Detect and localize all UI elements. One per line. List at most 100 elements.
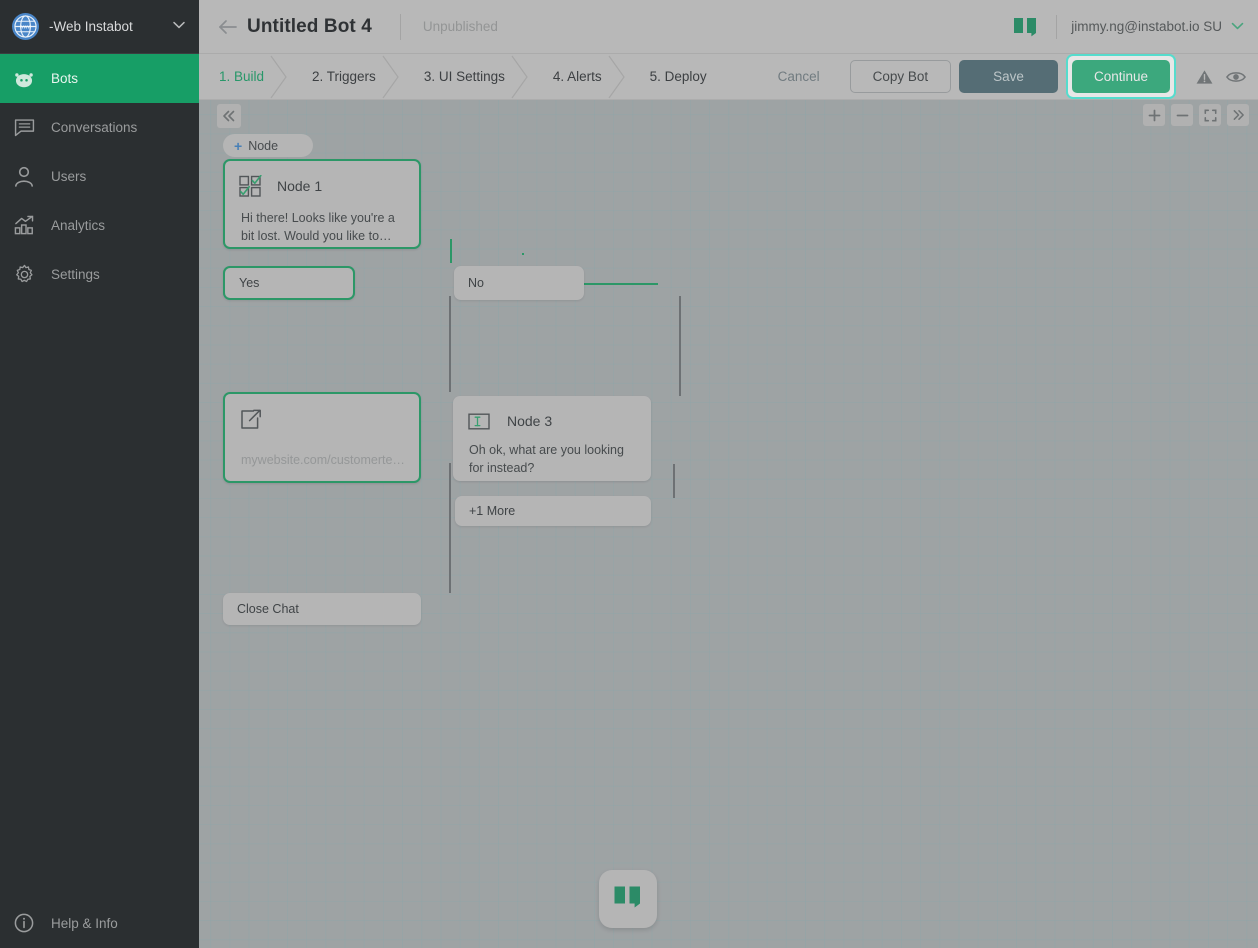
fit-screen-icon xyxy=(1204,109,1216,121)
edge-node3-more xyxy=(673,464,675,498)
workspace-switcher[interactable]: www -Web Instabot xyxy=(0,0,199,54)
node-body: Oh ok, what are you looking for instead? xyxy=(469,443,624,476)
sidebar-item-users[interactable]: Users xyxy=(0,152,199,201)
chip-close-chat[interactable]: Close Chat xyxy=(223,593,421,625)
canvas-tools xyxy=(1143,104,1249,126)
user-icon xyxy=(13,166,35,188)
chip-no[interactable]: No xyxy=(454,266,584,300)
chip-label: +1 More xyxy=(469,504,516,518)
main-area: Untitled Bot 4 Unpublished jimmy.ng@inst… xyxy=(199,0,1258,948)
chip-more[interactable]: +1 More xyxy=(455,496,655,531)
sidebar-item-label: Conversations xyxy=(51,120,138,135)
sidebar-item-settings[interactable]: Settings xyxy=(0,250,199,299)
tab-triggers[interactable]: 2. Triggers xyxy=(290,54,402,100)
plus-icon: + xyxy=(234,137,243,154)
info-circle-icon xyxy=(13,912,35,934)
edge-node1-yes xyxy=(450,239,452,263)
external-link-icon xyxy=(239,407,263,431)
sidebar-help-label: Help & Info xyxy=(51,915,118,931)
gear-icon xyxy=(13,264,35,286)
warning-triangle-icon[interactable] xyxy=(1190,63,1218,91)
sidebar-item-bots[interactable]: Bots xyxy=(0,54,199,103)
sidebar-item-label: Users xyxy=(51,169,87,184)
flow-canvas[interactable]: + Node Node 1 Hi there! Looks like you'r… xyxy=(199,100,1258,948)
chat-bubble-icon xyxy=(13,117,35,139)
tab-deploy[interactable]: 5. Deploy xyxy=(628,54,733,100)
sidebar-item-help[interactable]: Help & Info xyxy=(0,898,199,948)
chip-yes[interactable]: Yes xyxy=(223,266,355,300)
edge-no-node3 xyxy=(679,296,681,396)
tab-label: 1. Build xyxy=(219,69,265,84)
copy-bot-button[interactable]: Copy Bot xyxy=(849,60,952,93)
node-body: Hi there! Looks like you're a bit lost. … xyxy=(241,211,395,244)
edge-yes-link xyxy=(449,296,451,392)
chip-label: No xyxy=(468,276,484,290)
tab-label: 4. Alerts xyxy=(552,69,602,84)
chevron-down-icon[interactable] xyxy=(173,21,185,32)
chevron-separator-icon xyxy=(381,54,403,100)
sidebar: www -Web Instabot Bots Conversations Use… xyxy=(0,0,199,948)
page-title: Untitled Bot 4 xyxy=(247,15,372,37)
tab-build[interactable]: 1. Build xyxy=(199,54,290,100)
step-tabs: 1. Build 2. Triggers 3. UI Settings 4. A… xyxy=(199,54,733,100)
edge-link-close xyxy=(449,463,451,593)
node-card-link[interactable]: mywebsite.com/customerte… xyxy=(223,392,421,483)
chip-label: Yes xyxy=(239,276,260,290)
tab-ui-settings[interactable]: 3. UI Settings xyxy=(402,54,531,100)
text-input-icon xyxy=(467,409,491,433)
zoom-out-button[interactable] xyxy=(1171,104,1193,126)
zoom-in-button[interactable] xyxy=(1143,104,1165,126)
tab-alerts[interactable]: 4. Alerts xyxy=(531,54,628,100)
chip-label: Close Chat xyxy=(237,602,299,616)
bar-chart-arrow-icon xyxy=(13,215,35,237)
sidebar-item-conversations[interactable]: Conversations xyxy=(0,103,199,152)
status-badge: Unpublished xyxy=(422,19,498,34)
node-header: Node 1 xyxy=(225,161,419,198)
workspace-name: -Web Instabot xyxy=(49,19,133,34)
cancel-button[interactable]: Cancel xyxy=(762,61,836,92)
multiple-choice-icon xyxy=(239,174,263,198)
continue-button[interactable]: Continue xyxy=(1071,60,1170,93)
add-node-label: Node xyxy=(248,138,279,153)
node-title: Node 3 xyxy=(507,413,553,429)
node-body: mywebsite.com/customerte… xyxy=(241,453,405,467)
collapse-panel-button[interactable] xyxy=(217,104,241,128)
sidebar-item-label: Settings xyxy=(51,267,100,282)
chat-preview-fab[interactable] xyxy=(599,870,657,928)
tab-label: 3. UI Settings xyxy=(423,69,505,84)
eye-icon[interactable] xyxy=(1222,63,1250,91)
step-toolbar: 1. Build 2. Triggers 3. UI Settings 4. A… xyxy=(199,54,1258,100)
chevrons-left-icon xyxy=(223,110,235,122)
header-right: jimmy.ng@instabot.io SU xyxy=(1006,14,1244,39)
fit-to-screen-button[interactable] xyxy=(1199,104,1221,126)
add-node-button[interactable]: + Node xyxy=(223,134,313,157)
sidebar-item-label: Analytics xyxy=(51,218,106,233)
header-divider-2 xyxy=(1056,14,1058,39)
save-button[interactable]: Save xyxy=(959,60,1058,93)
minus-icon xyxy=(1176,114,1188,116)
node-header: Node 3 xyxy=(453,396,651,433)
continue-highlight-ring: Continue xyxy=(1065,54,1176,99)
header-divider xyxy=(399,13,401,40)
sidebar-item-analytics[interactable]: Analytics xyxy=(0,201,199,250)
robot-icon xyxy=(13,68,35,90)
node-title: Node 1 xyxy=(277,178,323,194)
globe-www-icon: www xyxy=(12,13,39,40)
arrow-left-icon[interactable] xyxy=(217,16,239,38)
expand-panel-button[interactable] xyxy=(1227,104,1249,126)
svg-text:www: www xyxy=(20,25,31,31)
edge-node1-bottom xyxy=(522,253,524,255)
account-email: jimmy.ng@instabot.io SU xyxy=(1071,19,1222,34)
toolbar-actions: Cancel Copy Bot Save Continue xyxy=(762,54,1258,99)
tab-label: 2. Triggers xyxy=(312,69,376,84)
node-card-3[interactable]: Node 3 Oh ok, what are you looking for i… xyxy=(453,396,651,481)
instabot-quote-logo xyxy=(613,885,643,914)
app-root: www -Web Instabot Bots Conversations Use… xyxy=(0,0,1258,948)
chevrons-right-icon xyxy=(1233,110,1244,120)
node-header xyxy=(225,394,419,431)
plus-icon xyxy=(1148,109,1160,121)
node-card[interactable]: Node 1 Hi there! Looks like you're a bit… xyxy=(223,159,421,249)
chevron-down-icon[interactable] xyxy=(1231,21,1244,33)
chevron-separator-icon xyxy=(607,54,629,100)
app-header: Untitled Bot 4 Unpublished jimmy.ng@inst… xyxy=(199,0,1258,54)
